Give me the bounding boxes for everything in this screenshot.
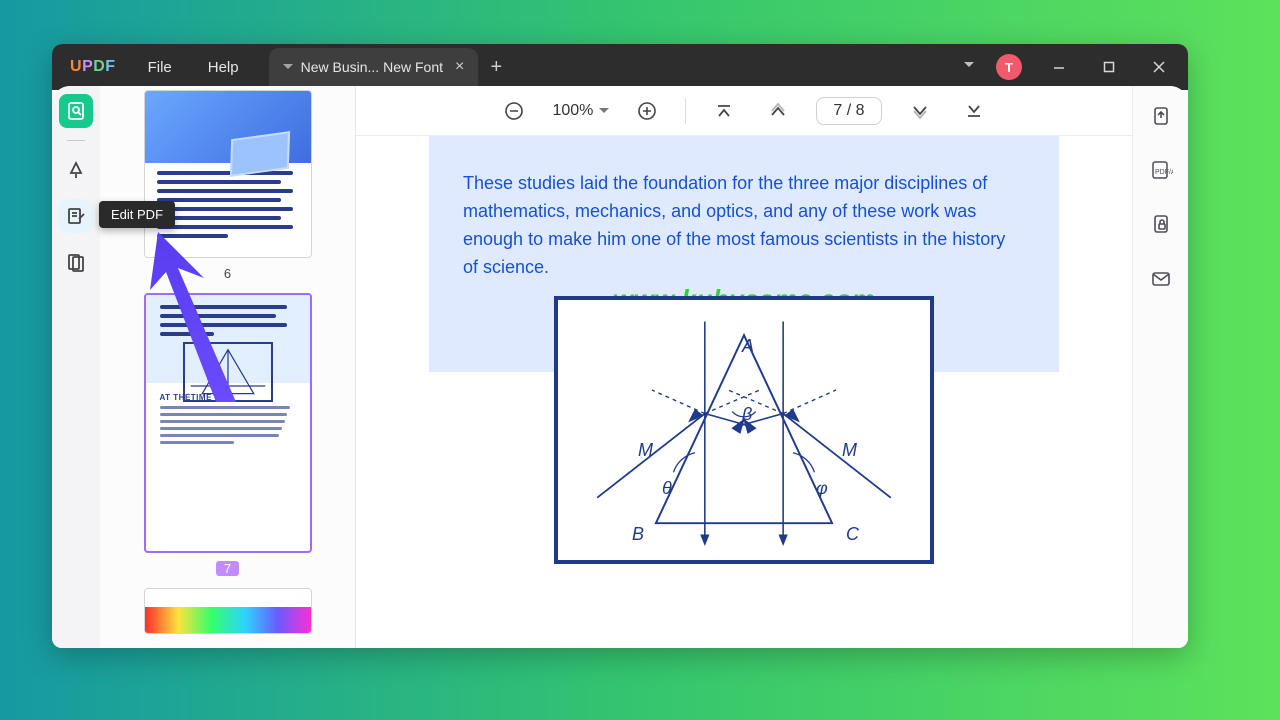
next-page-button[interactable] xyxy=(904,95,936,127)
left-tool-rail: Edit PDF xyxy=(52,86,100,648)
diagram-label-beta: β xyxy=(742,404,752,425)
last-page-button[interactable] xyxy=(958,95,990,127)
thumbnail-label-7: 7 xyxy=(216,561,239,576)
prev-page-button[interactable] xyxy=(762,95,794,127)
edit-pdf-tooltip: Edit PDF xyxy=(99,201,175,228)
zoom-out-button[interactable] xyxy=(498,95,530,127)
window-maximize-button[interactable] xyxy=(1088,44,1130,90)
zoom-in-button[interactable] xyxy=(631,95,663,127)
window-minimize-button[interactable] xyxy=(1038,44,1080,90)
prism-diagram: A B C M M β θ φ xyxy=(554,296,934,564)
page-content: These studies laid the foundation for th… xyxy=(429,136,1059,564)
app-window: UPDF File Help New Busin... New Font × +… xyxy=(52,44,1188,648)
diagram-label-a: A xyxy=(742,336,754,357)
share-mail-button[interactable] xyxy=(1145,262,1177,294)
diagram-label-m1: M xyxy=(638,440,653,461)
menu-help[interactable]: Help xyxy=(194,53,253,82)
annotate-tool-button[interactable] xyxy=(59,153,93,187)
titlebar-dropdown-icon[interactable] xyxy=(964,62,974,72)
page-indicator[interactable]: 7 / 8 xyxy=(816,97,881,125)
protect-button[interactable] xyxy=(1145,208,1177,240)
diagram-label-b: B xyxy=(632,524,644,545)
diagram-label-m2: M xyxy=(842,440,857,461)
page-viewport[interactable]: These studies laid the foundation for th… xyxy=(356,136,1132,648)
reader-tool-button[interactable] xyxy=(59,94,93,128)
zoom-level-dropdown[interactable]: 100% xyxy=(552,102,609,120)
tab-title: New Busin... New Font xyxy=(301,59,443,75)
tab-caret-icon[interactable] xyxy=(283,62,293,72)
export-button[interactable] xyxy=(1145,100,1177,132)
viewer-toolbar: 100% 7 / 8 xyxy=(356,86,1132,136)
window-close-button[interactable] xyxy=(1138,44,1180,90)
first-page-button[interactable] xyxy=(708,95,740,127)
thumbnail-page-7[interactable]: AT THETIME xyxy=(144,293,312,553)
titlebar: UPDF File Help New Busin... New Font × +… xyxy=(52,44,1188,90)
toolbar-divider xyxy=(685,98,686,124)
page-paragraph: These studies laid the foundation for th… xyxy=(463,170,1025,282)
zoom-level-label: 100% xyxy=(552,102,593,120)
rail-separator xyxy=(67,140,85,141)
diagram-label-theta: θ xyxy=(662,478,672,499)
diagram-label-phi: φ xyxy=(816,478,828,499)
chevron-down-icon xyxy=(599,108,609,118)
diagram-label-c: C xyxy=(846,524,859,545)
thumbnail-page-8[interactable] xyxy=(144,588,312,634)
right-tool-rail: PDF/A xyxy=(1132,86,1188,648)
thumbnail-panel: 6 AT THETIME xyxy=(100,86,356,648)
thumbnail-page-6[interactable] xyxy=(144,90,312,258)
app-logo: UPDF xyxy=(60,58,126,76)
add-tab-button[interactable]: + xyxy=(482,53,510,81)
thumbnail-label-6: 6 xyxy=(224,266,231,281)
tab-close-icon[interactable]: × xyxy=(451,57,468,77)
avatar[interactable]: T xyxy=(996,54,1022,80)
edit-pdf-tool-button[interactable]: Edit PDF xyxy=(59,199,93,233)
pdfa-button[interactable]: PDF/A xyxy=(1145,154,1177,186)
organize-tool-button[interactable] xyxy=(59,245,93,279)
document-tab[interactable]: New Busin... New Font × xyxy=(269,48,479,86)
menu-file[interactable]: File xyxy=(134,53,186,82)
svg-text:PDF/A: PDF/A xyxy=(1155,169,1173,176)
